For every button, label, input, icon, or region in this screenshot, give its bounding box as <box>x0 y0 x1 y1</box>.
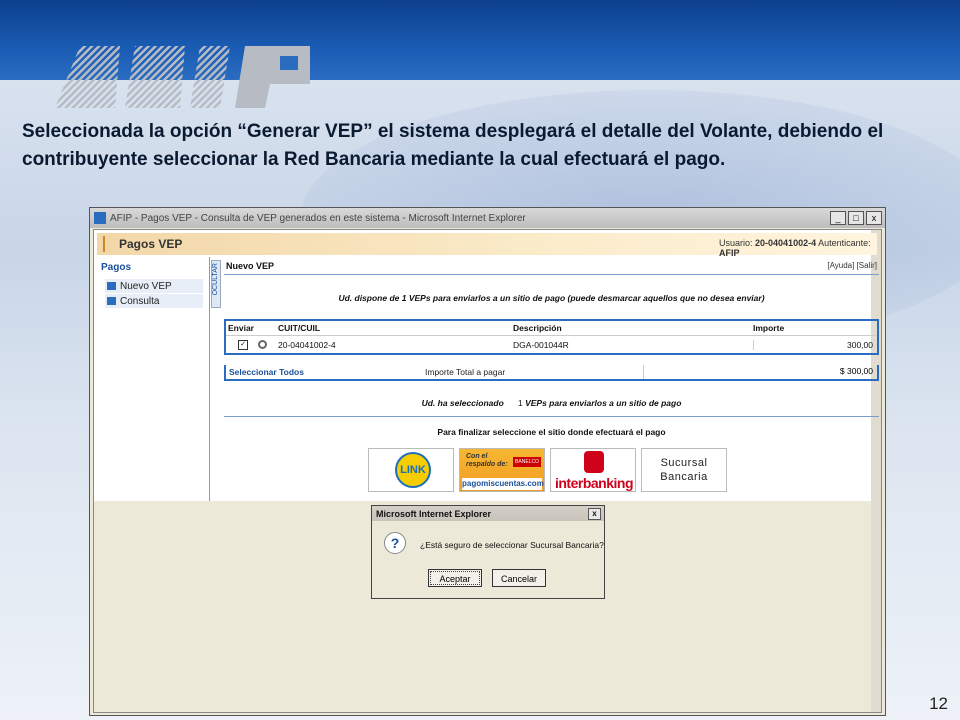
ie-client-area: Pagos VEP Usuario: 20-04041002-4 Autenti… <box>93 229 882 713</box>
sucursal-bancaria-button[interactable]: Sucursal Bancaria <box>641 448 727 492</box>
banelco-badge: BANELCO <box>513 457 541 467</box>
finalizar-text: Para finalizar seleccione el sitio donde… <box>437 427 666 437</box>
header-importe: Importe <box>753 323 785 333</box>
sidebar-item-consulta[interactable]: Consulta <box>105 294 203 308</box>
dialog-title-bar: Microsoft Internet Explorer x <box>372 506 604 521</box>
table-header: Enviar CUIT/CUIL Descripción Importe <box>226 321 877 336</box>
sidebar: Pagos Nuevo VEP Consulta <box>97 260 207 500</box>
interbanking-b: banking <box>582 475 634 491</box>
dialog-title: Microsoft Internet Explorer <box>376 508 492 519</box>
confirm-dialog: Microsoft Internet Explorer x ? ¿Está se… <box>371 505 605 599</box>
separator-line <box>224 416 879 417</box>
seleccionado-count: 1 <box>517 398 523 408</box>
importe-total-value: $ 300,00 <box>643 365 877 379</box>
sidebar-item-label: Nuevo VEP <box>120 280 172 292</box>
importe-total-label: Importe Total a pagar <box>425 367 506 377</box>
headline-text: Seleccionada la opción “Generar VEP” el … <box>22 121 884 170</box>
cell-cuit: 20-04041002-4 <box>278 339 336 350</box>
table-row: ✓ 20-04041002-4 DGA-001044R 300,00 <box>226 336 877 353</box>
maximize-button[interactable]: □ <box>848 211 864 225</box>
main-header: Nuevo VEP [Ayuda] [Salir] <box>224 260 879 275</box>
question-icon: ? <box>384 532 406 554</box>
pmc-name: pagomiscuentas.com <box>462 478 544 490</box>
interbanking-button[interactable]: interbanking <box>550 448 636 492</box>
ie-title-bar: AFIP - Pagos VEP - Consulta de VEP gener… <box>90 208 885 228</box>
payment-sites: LINK Con el respaldo de: BANELCO pagomis… <box>368 448 727 492</box>
cell-importe: 300,00 <box>753 339 877 350</box>
cell-descripcion: DGA-001044R <box>513 339 569 350</box>
interbanking-mark-icon <box>584 451 604 473</box>
arrow-right-icon <box>107 297 116 305</box>
sidebar-title: Pagos <box>101 262 132 273</box>
usuario-value: 20-04041002-4 <box>755 238 817 248</box>
seleccionar-todos-link[interactable]: Seleccionar Todos <box>226 367 425 377</box>
ie-window: AFIP - Pagos VEP - Consulta de VEP gener… <box>89 207 886 716</box>
sidebar-divider <box>209 257 210 501</box>
header-accent <box>103 236 105 252</box>
row-controls: ✓ <box>226 339 278 350</box>
vep-table: Enviar CUIT/CUIL Descripción Importe ✓ 2… <box>224 319 879 355</box>
interbanking-a: inter <box>554 475 583 491</box>
total-row: Seleccionar Todos Importe Total a pagar … <box>224 365 879 381</box>
minimize-button[interactable]: _ <box>830 211 846 225</box>
seleccionado-label: Ud. ha seleccionado <box>421 398 504 408</box>
autenticante-value: AFIP <box>719 248 740 258</box>
app-title: Pagos VEP <box>119 237 183 251</box>
seleccionado-suffix: VEPs para enviarlos a un sitio de pago <box>525 398 682 408</box>
interbanking-word: interbanking <box>553 475 635 491</box>
header-cuit: CUIT/CUIL <box>278 323 321 333</box>
page-title: Nuevo VEP <box>226 261 275 271</box>
close-button[interactable]: x <box>866 211 882 225</box>
enviar-checkbox[interactable]: ✓ <box>238 339 248 350</box>
sucursal-line2: Bancaria <box>660 471 708 483</box>
selection-summary: Ud. ha seleccionado 1 VEPs para enviarlo… <box>224 398 879 408</box>
pagomiscuentas-button[interactable]: Con el respaldo de: BANELCO pagomiscuent… <box>459 448 545 492</box>
user-info: Usuario: 20-04041002-4 Autenticante: AFI… <box>719 238 877 258</box>
dialog-close-button[interactable]: x <box>588 507 601 520</box>
ie-icon <box>94 212 106 224</box>
app-header: Pagos VEP Usuario: 20-04041002-4 Autenti… <box>97 233 877 258</box>
arrow-right-icon <box>107 282 116 290</box>
link-pagos-button[interactable]: LINK <box>368 448 454 492</box>
autenticante-label: Autenticante: <box>818 238 871 248</box>
dispone-text: Ud. dispone de 1 VEPs para enviarlos a u… <box>338 293 765 303</box>
ocultar-label: OCULTAR <box>212 263 219 296</box>
afip-logo <box>55 46 310 108</box>
pmc-line1: Con el <box>466 453 488 460</box>
cancelar-button[interactable]: Cancelar <box>492 569 546 587</box>
magnifier-icon[interactable] <box>258 340 267 349</box>
help-exit-links[interactable]: [Ayuda] [Salir] <box>827 261 877 270</box>
sucursal-line1: Sucursal <box>660 457 708 469</box>
usuario-label: Usuario: <box>719 238 753 248</box>
link-logo: LINK <box>395 452 431 488</box>
ie-window-title: AFIP - Pagos VEP - Consulta de VEP gener… <box>110 212 526 224</box>
pmc-tagline: Con el respaldo de: <box>466 453 508 469</box>
header-descripcion: Descripción <box>513 323 562 333</box>
aceptar-button[interactable]: Aceptar <box>428 569 482 587</box>
ocultar-toggle[interactable]: OCULTAR <box>211 260 221 308</box>
sidebar-item-label: Consulta <box>120 295 160 307</box>
header-enviar: Enviar <box>228 323 254 333</box>
dialog-message: ¿Está seguro de seleccionar Sucursal Ban… <box>420 540 604 550</box>
sidebar-item-nuevo-vep[interactable]: Nuevo VEP <box>105 279 203 293</box>
pmc-line2: respaldo de: <box>466 461 508 468</box>
page-number: 12 <box>929 694 948 713</box>
